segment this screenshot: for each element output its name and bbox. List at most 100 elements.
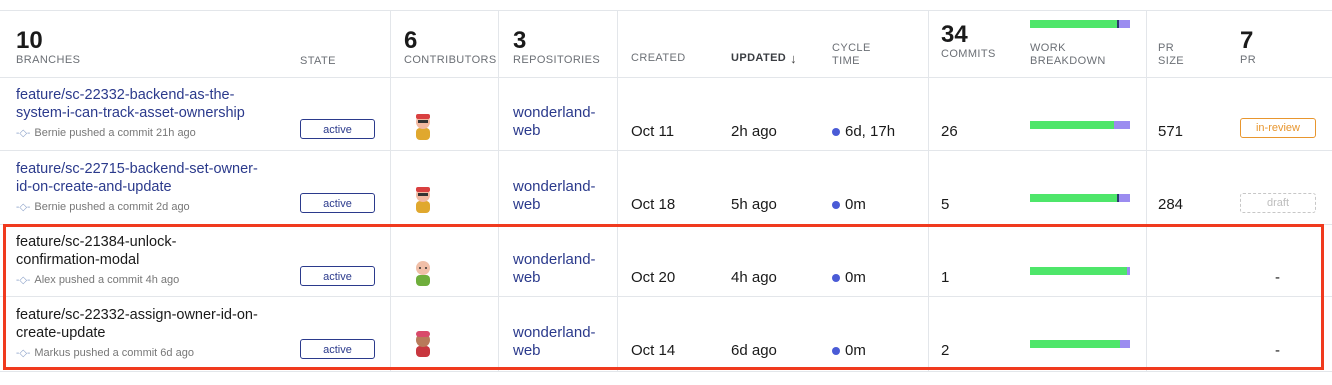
created-date: Oct 20 [631,269,676,286]
work-breakdown-header: WORK BREAKDOWN [1030,20,1130,68]
cycle-time-value: 0m [845,196,866,213]
branch-name-link[interactable]: feature/sc-22332-assign-owner-id-on- cre… [16,306,258,342]
work-breakdown-bar[interactable] [1030,267,1130,275]
commits-count: 5 [941,196,950,213]
pr-count: 7 [1240,27,1254,54]
repository-line1[interactable]: wonderland- [513,104,596,122]
avatar-alex-icon[interactable] [413,257,433,287]
repository-link[interactable]: wonderland- web [513,104,596,140]
branch-name-line2[interactable]: id-on-create-and-update [16,178,258,196]
state-badge: active [300,119,375,139]
pr-size-label-line2: SIZE [1158,55,1185,67]
activity-text: -◇- Bernie pushed a commit 21h ago [16,127,245,140]
avatar-bernie-icon[interactable] [413,111,433,141]
pr-status-badge[interactable]: in-review [1240,118,1316,138]
branch-name-line2[interactable]: confirmation-modal [16,251,179,269]
created-date: Oct 18 [631,196,676,213]
state-badge: active [300,266,375,286]
work-breakdown-bar[interactable] [1030,121,1130,129]
commit-icon: -◇- [16,128,31,139]
updated-label: UPDATED [731,52,787,64]
arrow-down-icon[interactable]: ↓ [790,52,797,65]
cycle-status-dot [832,201,840,209]
created-date: Oct 14 [631,342,676,359]
cycle-time-value: 6d, 17h [845,123,896,140]
commits-header: 34 COMMITS [941,22,996,61]
repositories-label: REPOSITORIES [513,54,601,66]
cycle-time: 6d, 17h [832,123,895,141]
branch-name-line1[interactable]: feature/sc-22332-backend-as-the- [16,86,245,104]
updated-header[interactable]: UPDATED ↓ [731,52,797,65]
repository-line2[interactable]: web [513,122,596,140]
repository-link[interactable]: wonderland- web [513,178,596,214]
commit-icon: -◇- [16,275,31,286]
work-breakdown-bar[interactable] [1030,340,1130,348]
activity-text: -◇- Alex pushed a commit 4h ago [16,274,179,287]
state-badge: active [300,339,375,359]
pr-size-value: 571 [1158,123,1184,140]
table-row[interactable]: feature/sc-22332-assign-owner-id-on- cre… [16,306,258,360]
work-breakdown-label-line2: BREAKDOWN [1030,55,1106,67]
branch-name-line2[interactable]: system-i-can-track-asset-ownership [16,104,245,122]
repository-line2[interactable]: web [513,269,596,287]
repository-link[interactable]: wonderland- web [513,251,596,287]
state-badge: active [300,193,375,213]
branch-name-link[interactable]: feature/sc-21384-unlock- confirmation-mo… [16,233,179,269]
repository-line1[interactable]: wonderland- [513,324,596,342]
cycle-time-label-line2: TIME [832,55,860,67]
table-row[interactable]: feature/sc-22332-backend-as-the- system-… [16,86,245,140]
branch-name-line1[interactable]: feature/sc-22332-assign-owner-id-on- [16,306,258,324]
contributors-header: 6 CONTRIBUTORS [404,28,497,67]
updated-time: 5h ago [731,196,777,213]
table-row[interactable]: feature/sc-22715-backend-set-owner- id-o… [16,160,258,214]
commit-icon: -◇- [16,202,31,213]
branch-name-line1[interactable]: feature/sc-22715-backend-set-owner- [16,160,258,178]
repositories-header: 3 REPOSITORIES [513,28,600,67]
branches-label: BRANCHES [16,54,81,66]
commits-count: 2 [941,342,950,359]
pr-size-value: 284 [1158,196,1184,213]
cycle-time-value: 0m [845,342,866,359]
cycle-time-label-line1: CYCLE [832,42,871,54]
pr-label: PR [1240,54,1257,66]
pr-status-empty: - [1275,342,1280,359]
repository-link[interactable]: wonderland- web [513,324,596,360]
activity-label: Bernie pushed a commit 2d ago [34,201,190,213]
cycle-time-header[interactable]: CYCLE TIME [832,42,871,68]
work-breakdown-bar[interactable] [1030,194,1130,202]
avatar-markus-icon[interactable] [413,328,433,358]
branch-name-line2[interactable]: create-update [16,324,258,342]
cycle-time: 0m [832,196,866,214]
commits-count: 1 [941,269,950,286]
branches-count: 10 [16,27,43,54]
branches-header: 10 BRANCHES [16,28,80,67]
repository-line1[interactable]: wonderland- [513,251,596,269]
table-row[interactable]: feature/sc-21384-unlock- confirmation-mo… [16,233,179,287]
cycle-time-value: 0m [845,269,866,286]
contributors-label: CONTRIBUTORS [404,54,497,66]
branch-name-line1[interactable]: feature/sc-21384-unlock- [16,233,179,251]
repository-line2[interactable]: web [513,342,596,360]
pr-size-header[interactable]: PR SIZE [1158,42,1184,68]
activity-label: Alex pushed a commit 4h ago [34,274,180,286]
avatar-bernie-icon[interactable] [413,184,433,214]
cycle-time: 0m [832,269,866,287]
commits-label: COMMITS [941,48,996,60]
commit-icon: -◇- [16,348,31,359]
branches-table: 10 BRANCHES STATE 6 CONTRIBUTORS 3 REPOS… [0,0,1332,385]
repository-line2[interactable]: web [513,196,596,214]
updated-time: 6d ago [731,342,777,359]
activity-text: -◇- Markus pushed a commit 6d ago [16,347,258,360]
repository-line1[interactable]: wonderland- [513,178,596,196]
cycle-time: 0m [832,342,866,360]
state-header: STATE [300,55,336,67]
commits-count: 34 [941,21,968,48]
updated-time: 2h ago [731,123,777,140]
created-header[interactable]: CREATED [631,52,686,65]
pr-size-label-line1: PR [1158,42,1175,54]
branch-name-link[interactable]: feature/sc-22715-backend-set-owner- id-o… [16,160,258,196]
pr-status-badge[interactable]: draft [1240,193,1316,213]
pr-status-empty: - [1275,269,1280,286]
pr-header: 7 PR [1240,28,1256,67]
branch-name-link[interactable]: feature/sc-22332-backend-as-the- system-… [16,86,245,122]
